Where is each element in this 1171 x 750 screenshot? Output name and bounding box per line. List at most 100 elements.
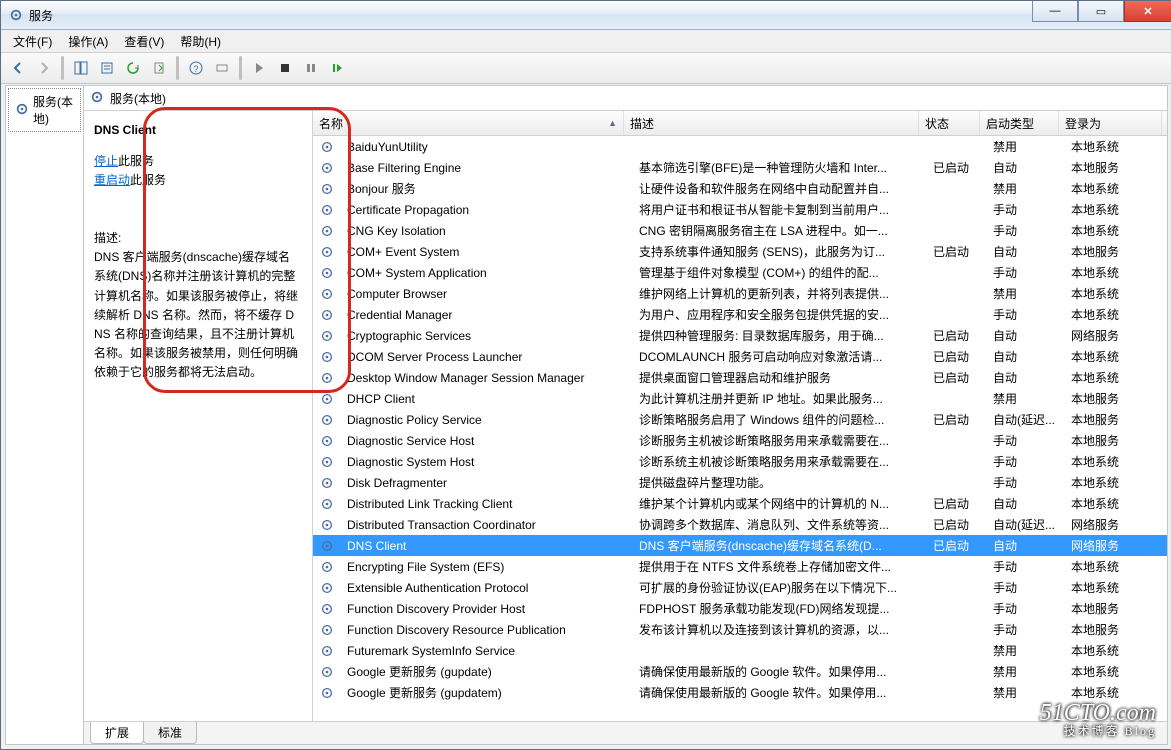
table-row[interactable]: Distributed Link Tracking Client维护某个计算机内… <box>313 493 1167 514</box>
cell-startup: 手动 <box>987 621 1065 638</box>
forward-button[interactable] <box>32 56 56 80</box>
toolbar: ? <box>1 52 1171 84</box>
gear-icon <box>313 287 341 301</box>
maximize-button[interactable]: ▭ <box>1078 1 1124 22</box>
cell-desc: 维护网络上计算机的更新列表，并将列表提供... <box>633 285 927 302</box>
stop-button[interactable] <box>273 56 297 80</box>
tab-extended[interactable]: 扩展 <box>90 722 144 744</box>
cell-name: CNG Key Isolation <box>341 224 633 238</box>
show-tree-button[interactable] <box>69 56 93 80</box>
cell-desc: 提供用于在 NTFS 文件系统卷上存储加密文件... <box>633 558 927 575</box>
cell-name: DCOM Server Process Launcher <box>341 350 633 364</box>
back-button[interactable] <box>6 56 30 80</box>
cell-startup: 手动 <box>987 432 1065 449</box>
table-row[interactable]: Diagnostic Service Host诊断服务主机被诊断策略服务用来承载… <box>313 430 1167 451</box>
cell-desc: 将用户证书和根证书从智能卡复制到当前用户... <box>633 201 927 218</box>
start-button[interactable] <box>247 56 271 80</box>
stop-service-link[interactable]: 停止 <box>94 154 118 168</box>
table-row[interactable]: Diagnostic Policy Service诊断策略服务启用了 Windo… <box>313 409 1167 430</box>
cell-name: COM+ Event System <box>341 245 633 259</box>
table-row[interactable]: DNS ClientDNS 客户端服务(dnscache)缓存域名系统(D...… <box>313 535 1167 556</box>
cell-desc: 提供磁盘碎片整理功能。 <box>633 474 927 491</box>
pause-button[interactable] <box>299 56 323 80</box>
cell-name: Extensible Authentication Protocol <box>341 581 633 595</box>
table-row[interactable]: Encrypting File System (EFS)提供用于在 NTFS 文… <box>313 556 1167 577</box>
cell-logon: 本地系统 <box>1065 201 1167 218</box>
cell-startup: 禁用 <box>987 180 1065 197</box>
col-name[interactable]: 名称▲ <box>313 111 624 135</box>
table-row[interactable]: Desktop Window Manager Session Manager提供… <box>313 367 1167 388</box>
gear-icon <box>313 350 341 364</box>
gear-icon <box>313 686 341 700</box>
cell-name: Bonjour 服务 <box>341 180 633 197</box>
table-row[interactable]: Base Filtering Engine基本筛选引擎(BFE)是一种管理防火墙… <box>313 157 1167 178</box>
cell-status: 已启动 <box>927 348 987 365</box>
table-row[interactable]: Bonjour 服务让硬件设备和软件服务在网络中自动配置并自...禁用本地系统 <box>313 178 1167 199</box>
cell-startup: 禁用 <box>987 684 1065 701</box>
table-row[interactable]: Credential Manager为用户、应用程序和安全服务包提供凭据的安..… <box>313 304 1167 325</box>
tree-pane[interactable]: 服务(本地) <box>6 86 84 744</box>
help-button[interactable]: ? <box>184 56 208 80</box>
table-row[interactable]: Diagnostic System Host诊断系统主机被诊断策略服务用来承载需… <box>313 451 1167 472</box>
table-row[interactable]: Google 更新服务 (gupdatem)请确保使用最新版的 Google 软… <box>313 682 1167 703</box>
menubar: 文件(F) 操作(A) 查看(V) 帮助(H) <box>1 30 1171 52</box>
cell-logon: 本地系统 <box>1065 495 1167 512</box>
cell-name: Desktop Window Manager Session Manager <box>341 371 633 385</box>
table-row[interactable]: Cryptographic Services提供四种管理服务: 目录数据库服务，… <box>313 325 1167 346</box>
col-startup[interactable]: 启动类型 <box>980 111 1059 135</box>
service-rows[interactable]: BaiduYunUtility禁用本地系统Base Filtering Engi… <box>313 136 1167 721</box>
refresh-button[interactable] <box>121 56 145 80</box>
table-row[interactable]: Google 更新服务 (gupdate)请确保使用最新版的 Google 软件… <box>313 661 1167 682</box>
table-row[interactable]: Function Discovery Resource Publication发… <box>313 619 1167 640</box>
titlebar[interactable]: 服务 — ▭ ✕ <box>1 1 1171 30</box>
table-row[interactable]: Distributed Transaction Coordinator协调跨多个… <box>313 514 1167 535</box>
table-row[interactable]: COM+ System Application管理基于组件对象模型 (COM+)… <box>313 262 1167 283</box>
table-row[interactable]: Computer Browser维护网络上计算机的更新列表，并将列表提供...禁… <box>313 283 1167 304</box>
export-button[interactable] <box>147 56 171 80</box>
restart-service-link[interactable]: 重启动 <box>94 173 130 187</box>
gear-icon <box>313 602 341 616</box>
cell-logon: 本地系统 <box>1065 285 1167 302</box>
cell-desc: 维护某个计算机内或某个网络中的计算机的 N... <box>633 495 927 512</box>
restart-button[interactable] <box>325 56 349 80</box>
table-row[interactable]: CNG Key IsolationCNG 密钥隔离服务宿主在 LSA 进程中。如… <box>313 220 1167 241</box>
svg-text:?: ? <box>193 64 198 74</box>
menu-action[interactable]: 操作(A) <box>60 31 116 52</box>
cell-logon: 本地服务 <box>1065 159 1167 176</box>
table-row[interactable]: DHCP Client为此计算机注册并更新 IP 地址。如果此服务...禁用本地… <box>313 388 1167 409</box>
col-logon[interactable]: 登录为 <box>1059 111 1162 135</box>
menu-file[interactable]: 文件(F) <box>5 31 60 52</box>
gear-icon <box>313 392 341 406</box>
tree-root-services[interactable]: 服务(本地) <box>8 88 81 132</box>
cell-logon: 本地系统 <box>1065 642 1167 659</box>
menu-help[interactable]: 帮助(H) <box>172 31 229 52</box>
content-header: 服务(本地) <box>84 86 1167 111</box>
table-row[interactable]: Extensible Authentication Protocol可扩展的身份… <box>313 577 1167 598</box>
cell-startup: 手动 <box>987 201 1065 218</box>
gear-icon <box>313 413 341 427</box>
gear-icon <box>313 224 341 238</box>
table-row[interactable]: Disk Defragmenter提供磁盘碎片整理功能。手动本地系统 <box>313 472 1167 493</box>
cell-desc: FDPHOST 服务承载功能发现(FD)网络发现提... <box>633 600 927 617</box>
cell-startup: 自动 <box>987 159 1065 176</box>
minimize-button[interactable]: — <box>1032 1 1078 22</box>
tab-standard[interactable]: 标准 <box>143 722 197 744</box>
col-desc[interactable]: 描述 <box>624 111 919 135</box>
close-button[interactable]: ✕ <box>1124 1 1171 22</box>
misc-button[interactable] <box>210 56 234 80</box>
cell-logon: 本地服务 <box>1065 243 1167 260</box>
cell-startup: 手动 <box>987 222 1065 239</box>
table-row[interactable]: Function Discovery Provider HostFDPHOST … <box>313 598 1167 619</box>
table-row[interactable]: BaiduYunUtility禁用本地系统 <box>313 136 1167 157</box>
table-row[interactable]: Certificate Propagation将用户证书和根证书从智能卡复制到当… <box>313 199 1167 220</box>
content-pane: 服务(本地) DNS Client 停止此服务 重启动此服务 描述: DNS 客… <box>84 86 1167 744</box>
separator <box>61 56 64 80</box>
menu-view[interactable]: 查看(V) <box>116 31 172 52</box>
col-status[interactable]: 状态 <box>919 111 980 135</box>
table-row[interactable]: DCOM Server Process LauncherDCOMLAUNCH 服… <box>313 346 1167 367</box>
table-row[interactable]: COM+ Event System支持系统事件通知服务 (SENS)，此服务为订… <box>313 241 1167 262</box>
cell-startup: 自动 <box>987 243 1065 260</box>
properties-button[interactable] <box>95 56 119 80</box>
table-row[interactable]: Futuremark SystemInfo Service禁用本地系统 <box>313 640 1167 661</box>
cell-logon: 网络服务 <box>1065 327 1167 344</box>
